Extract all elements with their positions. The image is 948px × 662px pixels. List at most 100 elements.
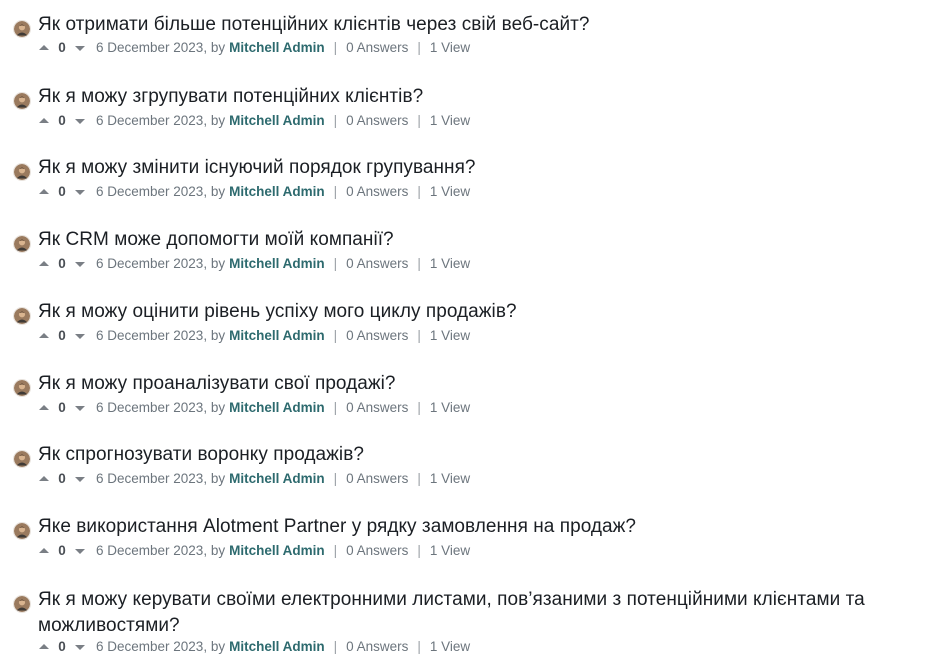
author-link[interactable]: Mitchell Admin (229, 39, 325, 57)
question-meta: 0 6 December 2023, by Mitchell Admin | 0… (38, 470, 470, 488)
vote-score: 0 (58, 471, 66, 486)
views-count: 1 View (429, 543, 471, 558)
avatar (14, 596, 30, 612)
question-title[interactable]: Як я можу змінити існуючий порядок групу… (38, 155, 943, 181)
author-link[interactable]: Mitchell Admin (229, 399, 325, 417)
vote-up-icon[interactable] (38, 255, 50, 273)
separator: | (417, 256, 421, 271)
answers-count: 0 Answers (346, 543, 409, 558)
question-meta: 0 6 December 2023, by Mitchell Admin | 0… (38, 255, 470, 273)
views-count: 1 View (429, 328, 471, 343)
vote-up-icon[interactable] (38, 183, 50, 201)
separator: | (417, 543, 421, 558)
question-title[interactable]: Як я можу оцінити рівень успіху мого цик… (38, 299, 943, 325)
separator: | (417, 40, 421, 55)
separator: | (333, 40, 338, 55)
vote-score: 0 (58, 40, 66, 55)
separator: | (417, 639, 421, 654)
avatar (14, 236, 30, 252)
avatar (14, 164, 30, 180)
vote-up-icon[interactable] (38, 327, 50, 345)
separator: | (333, 113, 338, 128)
post-date: 6 December 2023, by (96, 471, 226, 486)
avatar (14, 523, 30, 539)
separator: | (417, 471, 421, 486)
question-title[interactable]: Як спрогнозувати воронку продажів? (38, 442, 943, 468)
avatar (14, 21, 30, 37)
avatar (14, 308, 30, 324)
separator: | (333, 328, 338, 343)
vote-score: 0 (58, 256, 66, 271)
post-date: 6 December 2023, by (96, 400, 226, 415)
post-date: 6 December 2023, by (96, 256, 226, 271)
vote-score: 0 (58, 543, 66, 558)
vote-up-icon[interactable] (38, 39, 50, 57)
vote-down-icon[interactable] (74, 112, 86, 130)
separator: | (333, 639, 338, 654)
question-title[interactable]: Як я можу згрупувати потенційних клієнті… (38, 84, 943, 110)
separator: | (333, 256, 338, 271)
vote-score: 0 (58, 639, 66, 654)
vote-down-icon[interactable] (74, 327, 86, 345)
vote-up-icon[interactable] (38, 638, 50, 656)
author-link[interactable]: Mitchell Admin (229, 255, 325, 273)
views-count: 1 View (429, 184, 471, 199)
avatar (14, 380, 30, 396)
answers-count: 0 Answers (346, 40, 409, 55)
views-count: 1 View (429, 256, 471, 271)
question-title[interactable]: Як я можу проаналізувати свої продажі? (38, 371, 943, 397)
answers-count: 0 Answers (346, 113, 409, 128)
question-meta: 0 6 December 2023, by Mitchell Admin | 0… (38, 327, 470, 345)
author-link[interactable]: Mitchell Admin (229, 183, 325, 201)
vote-down-icon[interactable] (74, 255, 86, 273)
question-title[interactable]: Як отримати більше потенційних клієнтів … (38, 12, 943, 38)
vote-up-icon[interactable] (38, 112, 50, 130)
question-meta: 0 6 December 2023, by Mitchell Admin | 0… (38, 542, 470, 560)
views-count: 1 View (429, 471, 471, 486)
vote-score: 0 (58, 400, 66, 415)
question-meta: 0 6 December 2023, by Mitchell Admin | 0… (38, 399, 470, 417)
vote-down-icon[interactable] (74, 638, 86, 656)
vote-down-icon[interactable] (74, 542, 86, 560)
answers-count: 0 Answers (346, 639, 409, 654)
author-link[interactable]: Mitchell Admin (229, 638, 325, 656)
post-date: 6 December 2023, by (96, 639, 226, 654)
vote-down-icon[interactable] (74, 470, 86, 488)
question-meta: 0 6 December 2023, by Mitchell Admin | 0… (38, 638, 470, 656)
vote-up-icon[interactable] (38, 542, 50, 560)
author-link[interactable]: Mitchell Admin (229, 470, 325, 488)
post-date: 6 December 2023, by (96, 328, 226, 343)
question-title[interactable]: Як CRM може допомогти моїй компанії? (38, 227, 943, 253)
separator: | (417, 113, 421, 128)
views-count: 1 View (429, 40, 471, 55)
post-date: 6 December 2023, by (96, 543, 226, 558)
vote-score: 0 (58, 184, 66, 199)
views-count: 1 View (429, 113, 471, 128)
vote-down-icon[interactable] (74, 399, 86, 417)
answers-count: 0 Answers (346, 256, 409, 271)
author-link[interactable]: Mitchell Admin (229, 112, 325, 130)
avatar (14, 451, 30, 467)
separator: | (417, 328, 421, 343)
vote-down-icon[interactable] (74, 183, 86, 201)
separator: | (333, 400, 338, 415)
author-link[interactable]: Mitchell Admin (229, 327, 325, 345)
separator: | (333, 471, 338, 486)
vote-down-icon[interactable] (74, 39, 86, 57)
vote-score: 0 (58, 328, 66, 343)
vote-up-icon[interactable] (38, 470, 50, 488)
separator: | (333, 184, 338, 199)
question-title[interactable]: Яке використання Alotment Partner у рядк… (38, 514, 943, 540)
vote-score: 0 (58, 113, 66, 128)
post-date: 6 December 2023, by (96, 40, 226, 55)
separator: | (417, 184, 421, 199)
vote-up-icon[interactable] (38, 399, 50, 417)
post-date: 6 December 2023, by (96, 184, 226, 199)
answers-count: 0 Answers (346, 328, 409, 343)
question-meta: 0 6 December 2023, by Mitchell Admin | 0… (38, 112, 470, 130)
question-meta: 0 6 December 2023, by Mitchell Admin | 0… (38, 183, 470, 201)
question-title[interactable]: Як я можу керувати своїми електронними л… (38, 587, 943, 639)
answers-count: 0 Answers (346, 471, 409, 486)
question-meta: 0 6 December 2023, by Mitchell Admin | 0… (38, 39, 470, 57)
author-link[interactable]: Mitchell Admin (229, 542, 325, 560)
